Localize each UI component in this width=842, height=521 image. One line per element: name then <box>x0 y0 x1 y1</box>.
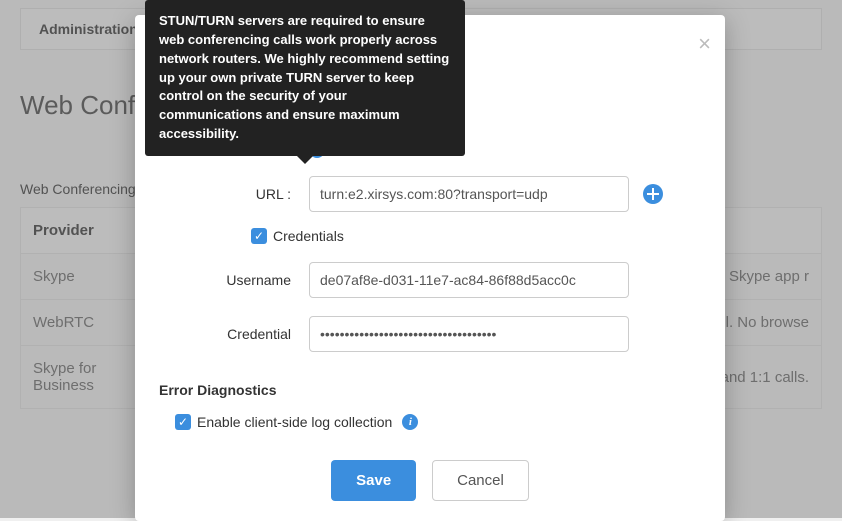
username-input[interactable] <box>309 262 629 298</box>
diagnostics-section-title: Error Diagnostics <box>159 382 725 398</box>
credentials-checkbox[interactable]: ✓ <box>251 228 267 244</box>
add-server-icon[interactable] <box>643 184 663 204</box>
cancel-button[interactable]: Cancel <box>432 460 529 501</box>
info-icon[interactable]: i <box>402 414 418 430</box>
url-input[interactable] <box>309 176 629 212</box>
save-button[interactable]: Save <box>331 460 416 501</box>
diagnostics-checkbox[interactable]: ✓ <box>175 414 191 430</box>
diagnostics-label: Enable client-side log collection <box>197 414 392 430</box>
url-label: URL : <box>159 186 309 202</box>
credential-input[interactable] <box>309 316 629 352</box>
credentials-label: Credentials <box>273 228 344 244</box>
stun-tooltip: STUN/TURN servers are required to ensure… <box>145 0 465 156</box>
credential-label: Credential <box>159 326 309 342</box>
username-label: Username <box>159 272 309 288</box>
close-icon[interactable]: × <box>698 31 711 57</box>
